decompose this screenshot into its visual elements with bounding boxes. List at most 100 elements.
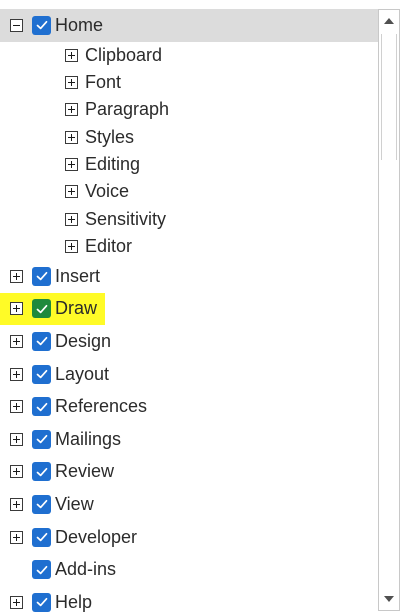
tree-row-content: View bbox=[0, 488, 94, 521]
tree-row-content: Sensitivity bbox=[0, 205, 166, 232]
tree-item-label: Insert bbox=[55, 265, 101, 286]
collapse-icon[interactable] bbox=[10, 18, 23, 32]
tab-checkbox[interactable] bbox=[32, 462, 51, 482]
tree-tab-home[interactable]: Home bbox=[0, 9, 378, 42]
expand-icon[interactable] bbox=[65, 48, 78, 62]
checkmark-icon bbox=[36, 532, 47, 542]
expand-icon[interactable] bbox=[65, 130, 78, 144]
tree-row-content: Editing bbox=[0, 151, 140, 178]
tab-checkbox[interactable] bbox=[32, 266, 51, 286]
tree-item-label: Editor bbox=[85, 235, 133, 256]
tree-item-label: Paragraph bbox=[85, 99, 170, 120]
tab-checkbox[interactable] bbox=[32, 527, 51, 547]
tree-row-content: Review bbox=[0, 456, 114, 489]
tree-group-font[interactable]: Font bbox=[0, 69, 378, 96]
tree-group-editor[interactable]: Editor bbox=[0, 233, 378, 260]
expand-icon[interactable] bbox=[65, 76, 78, 90]
tree-group-sensitivity[interactable]: Sensitivity bbox=[0, 205, 378, 232]
tree-row-content: Layout bbox=[0, 358, 109, 391]
tree-row-content: Design bbox=[0, 325, 111, 358]
expand-icon[interactable] bbox=[10, 367, 23, 381]
tab-checkbox[interactable] bbox=[32, 494, 51, 514]
scroll-thumb[interactable] bbox=[381, 34, 397, 160]
tree-group-clipboard[interactable]: Clipboard bbox=[0, 42, 378, 69]
vertical-scrollbar[interactable] bbox=[378, 9, 400, 611]
checkmark-icon bbox=[36, 402, 47, 411]
scroll-up-button[interactable] bbox=[379, 10, 399, 32]
expand-icon[interactable] bbox=[10, 595, 23, 609]
tree-tab-insert[interactable]: Insert bbox=[0, 260, 378, 293]
checkmark-icon bbox=[36, 369, 47, 379]
checkmark-icon bbox=[36, 467, 47, 477]
tab-checkbox[interactable] bbox=[32, 560, 51, 580]
tree-item-label: Clipboard bbox=[85, 44, 163, 65]
tree-group-styles[interactable]: Styles bbox=[0, 123, 378, 150]
tree-tab-design[interactable]: Design bbox=[0, 325, 378, 358]
arrow-down-icon bbox=[384, 596, 394, 602]
expand-icon[interactable] bbox=[65, 212, 78, 226]
ribbon-tree-panel: Home Clipboard Font Paragraph Styles Editing V… bbox=[0, 0, 406, 614]
tree-tab-developer[interactable]: Developer bbox=[0, 521, 378, 554]
checkmark-icon bbox=[36, 500, 47, 509]
tree-tab-help[interactable]: Help bbox=[0, 586, 378, 614]
tree-row-content: References bbox=[0, 390, 147, 423]
tree-item-label: Developer bbox=[55, 526, 138, 547]
expand-icon[interactable] bbox=[10, 302, 23, 316]
tree-row-content: Insert bbox=[0, 260, 100, 293]
tree-group-editing[interactable]: Editing bbox=[0, 151, 378, 178]
tree-item-label: Home bbox=[55, 14, 104, 35]
expand-icon[interactable] bbox=[65, 157, 78, 171]
expand-icon[interactable] bbox=[10, 530, 23, 544]
expand-icon[interactable] bbox=[10, 400, 23, 414]
tree-tab-draw[interactable]: Draw bbox=[0, 292, 378, 326]
tab-checkbox[interactable] bbox=[32, 364, 51, 384]
tree-row-content: Home bbox=[0, 9, 378, 42]
tab-checkbox[interactable] bbox=[32, 299, 51, 319]
tree-tab-review[interactable]: Review bbox=[0, 456, 378, 489]
tree-item-label: Draw bbox=[55, 298, 98, 319]
tree-row-content: Voice bbox=[0, 178, 129, 205]
tree-item-label: Font bbox=[85, 72, 122, 93]
tree-row-content: Help bbox=[0, 586, 92, 614]
tab-checkbox[interactable] bbox=[32, 331, 51, 351]
tree-item-label: Help bbox=[55, 591, 93, 612]
checkmark-icon bbox=[36, 598, 47, 607]
ribbon-tab-tree: Home Clipboard Font Paragraph Styles Editing V… bbox=[0, 9, 378, 614]
expand-icon[interactable] bbox=[65, 185, 78, 199]
tree-item-label: Add-ins bbox=[55, 559, 117, 580]
expand-icon[interactable] bbox=[10, 334, 23, 348]
tree-item-label: Layout bbox=[55, 363, 110, 384]
arrow-up-icon bbox=[384, 18, 394, 24]
checkmark-icon bbox=[36, 435, 47, 444]
checkmark-icon bbox=[36, 21, 47, 30]
tree-item-label: View bbox=[55, 493, 94, 514]
checkmark-icon bbox=[36, 304, 47, 314]
checkmark-icon bbox=[36, 337, 47, 346]
tree-tab-layout[interactable]: Layout bbox=[0, 358, 378, 391]
tree-group-voice[interactable]: Voice bbox=[0, 178, 378, 205]
checkmark-icon bbox=[36, 565, 47, 574]
tree-tab-add-ins[interactable]: Add-ins bbox=[0, 553, 378, 586]
expand-icon[interactable] bbox=[10, 465, 23, 479]
tree-tab-mailings[interactable]: Mailings bbox=[0, 423, 378, 456]
tree-row-content: Styles bbox=[0, 123, 134, 150]
tab-checkbox[interactable] bbox=[32, 429, 51, 449]
expand-icon[interactable] bbox=[10, 269, 23, 283]
tree-group-paragraph[interactable]: Paragraph bbox=[0, 96, 378, 123]
tab-checkbox[interactable] bbox=[32, 15, 51, 35]
tab-checkbox[interactable] bbox=[32, 397, 51, 417]
expand-icon[interactable] bbox=[65, 103, 78, 117]
tree-item-label: Styles bbox=[85, 126, 135, 147]
tree-tab-references[interactable]: References bbox=[0, 390, 378, 423]
scroll-down-button[interactable] bbox=[379, 588, 399, 610]
tree-row-content: Mailings bbox=[0, 423, 121, 456]
tree-tab-view[interactable]: View bbox=[0, 488, 378, 521]
expand-icon[interactable] bbox=[10, 497, 23, 511]
tree-item-label: Voice bbox=[85, 181, 130, 202]
expand-icon[interactable] bbox=[65, 239, 78, 253]
tree-row-content: Add-ins bbox=[0, 553, 116, 586]
tab-checkbox[interactable] bbox=[32, 592, 51, 612]
expand-icon[interactable] bbox=[10, 432, 23, 446]
tree-row-content: Draw bbox=[0, 292, 105, 326]
